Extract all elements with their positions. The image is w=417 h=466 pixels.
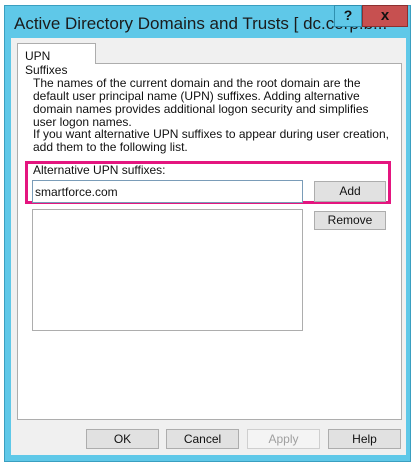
help-button[interactable]: Help [328, 429, 401, 449]
tab-upn-suffixes[interactable]: UPN Suffixes [17, 43, 96, 77]
instruction-text: If you want alternative UPN suffixes to … [33, 127, 389, 154]
ok-button[interactable]: OK [86, 429, 159, 449]
cancel-button[interactable]: Cancel [166, 429, 239, 449]
upn-suffix-input[interactable] [32, 180, 303, 203]
description-text: The names of the current domain and the … [33, 76, 369, 129]
title-help-button[interactable]: ? [334, 5, 362, 27]
alternative-upn-label: Alternative UPN suffixes: [33, 163, 166, 177]
apply-button: Apply [247, 429, 320, 449]
window-title: Active Directory Domains and Trusts [ dc… [14, 14, 388, 33]
add-button[interactable]: Add [314, 181, 386, 202]
upn-suffix-list[interactable] [32, 209, 303, 331]
remove-button[interactable]: Remove [314, 211, 386, 230]
close-button[interactable]: x [362, 5, 408, 27]
